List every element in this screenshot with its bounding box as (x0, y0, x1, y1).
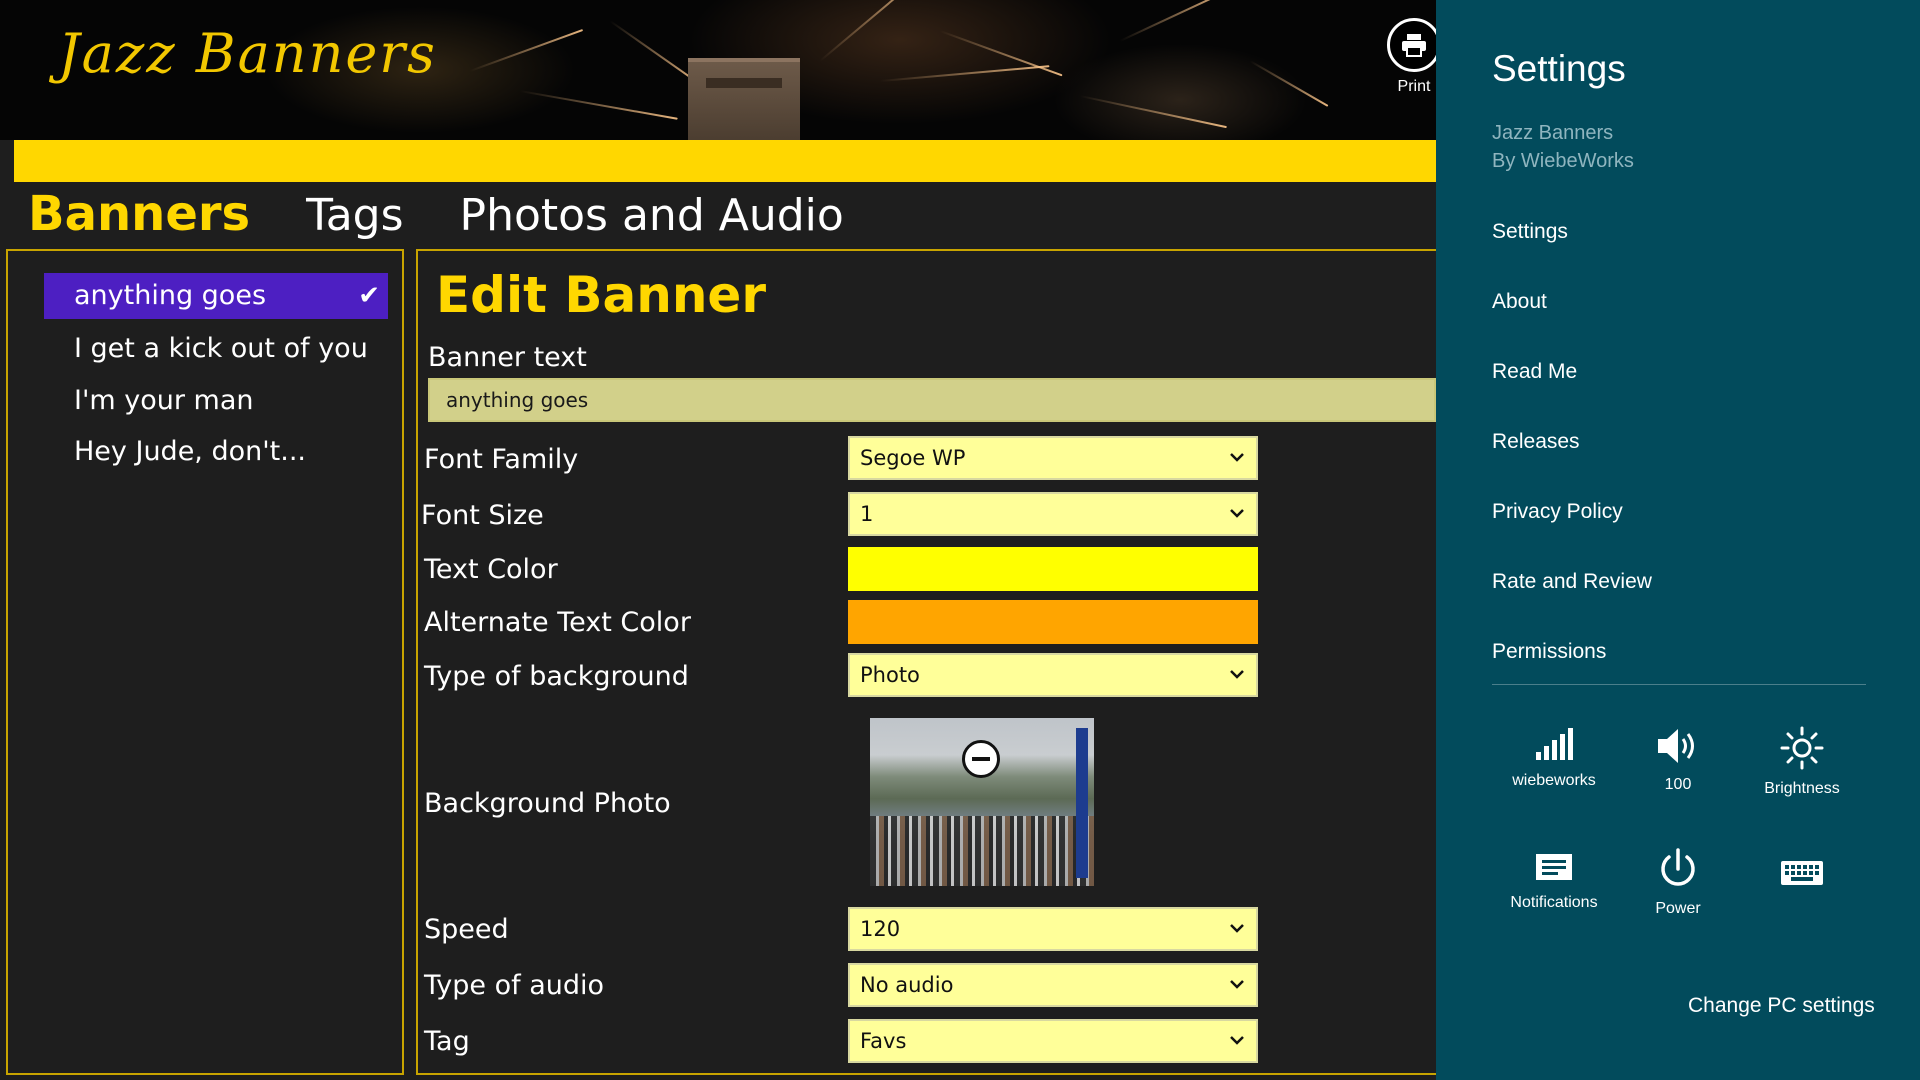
firework-spark (609, 20, 701, 85)
network-label: wiebeworks (1512, 772, 1596, 789)
tab-tags[interactable]: Tags (306, 190, 403, 241)
brightness-icon (1780, 726, 1824, 770)
audio-type-label: Type of audio (424, 970, 605, 1001)
brightness-quick-setting[interactable]: Brightness (1742, 726, 1862, 798)
banner-list-item-label: Hey Jude, don't... (74, 436, 306, 467)
background-photo-label: Background Photo (424, 788, 671, 819)
firework-spark (879, 65, 1050, 82)
banner-list-item-label: I get a kick out of you (74, 333, 368, 364)
print-label: Print (1397, 78, 1431, 95)
banner-text-label: Banner text (428, 342, 587, 373)
tab-photos-and-audio[interactable]: Photos and Audio (460, 190, 844, 241)
background-type-value: Photo (860, 663, 920, 687)
chevron-down-icon (1230, 670, 1244, 679)
charm-divider (1492, 684, 1866, 685)
font-family-select[interactable]: Segoe WP (848, 436, 1258, 480)
tag-label: Tag (424, 1026, 470, 1057)
notifications-quick-setting[interactable]: Notifications (1494, 852, 1614, 912)
font-size-value: 1 (860, 502, 874, 526)
remove-photo-icon[interactable] (962, 740, 1000, 778)
keyboard-quick-setting[interactable] (1742, 860, 1862, 886)
notifications-label: Notifications (1510, 894, 1598, 911)
main-tabs: Banners Tags Photos and Audio (28, 186, 844, 242)
firework-spark (519, 90, 678, 120)
chevron-down-icon (1230, 1036, 1244, 1045)
speed-value: 120 (860, 917, 901, 941)
checkmark-icon: ✔ (358, 281, 380, 311)
photo-crowd (870, 816, 1094, 886)
background-type-select[interactable]: Photo (848, 653, 1258, 697)
app-logo: Jazz Banners (58, 22, 437, 85)
speed-select[interactable]: 120 (848, 907, 1258, 951)
banner-text-input[interactable]: anything goes (428, 378, 1436, 422)
banner-preview-bar (14, 140, 1436, 182)
power-icon (1661, 848, 1695, 886)
wifi-signal-icon (1536, 728, 1573, 760)
brightness-label: Brightness (1764, 780, 1840, 797)
banner-list-panel (6, 249, 404, 1075)
alternate-text-color-picker[interactable] (848, 600, 1258, 644)
charm-publisher: By WiebeWorks (1492, 150, 1634, 172)
tab-banners[interactable]: Banners (28, 186, 250, 242)
settings-charm: Settings Jazz Banners By WiebeWorks Sett… (1436, 0, 1920, 1080)
tag-select[interactable]: Favs (848, 1019, 1258, 1063)
volume-level: 100 (1664, 776, 1692, 793)
firework-spark (1119, 0, 1230, 42)
charm-link-privacy-policy[interactable]: Privacy Policy (1492, 500, 1623, 524)
network-quick-setting[interactable]: wiebeworks (1494, 726, 1614, 790)
chevron-down-icon (1230, 453, 1244, 462)
keyboard-icon (1781, 861, 1823, 885)
chevron-down-icon (1230, 509, 1244, 518)
firework-spark (469, 29, 584, 72)
banner-list-item[interactable]: I get a kick out of you (44, 326, 388, 372)
power-label: Power (1655, 900, 1701, 917)
banner-list-item-label: I'm your man (74, 385, 254, 416)
volume-icon (1658, 729, 1694, 763)
speed-label: Speed (424, 914, 509, 945)
firework-spark (1249, 60, 1329, 107)
printer-icon (1387, 18, 1441, 72)
audio-type-select[interactable]: No audio (848, 963, 1258, 1007)
charm-link-rate-and-review[interactable]: Rate and Review (1492, 570, 1652, 594)
charm-link-releases[interactable]: Releases (1492, 430, 1580, 454)
font-size-label: Font Size (421, 500, 544, 531)
text-color-label: Text Color (424, 554, 558, 585)
change-pc-settings-link[interactable]: Change PC settings (1688, 994, 1875, 1018)
firework-spark (1079, 95, 1227, 129)
charm-link-permissions[interactable]: Permissions (1492, 640, 1606, 664)
volume-quick-setting[interactable]: 100 (1618, 726, 1738, 794)
print-button[interactable]: Print (1386, 18, 1442, 96)
banner-list-item[interactable]: I'm your man (44, 378, 388, 424)
charm-title: Settings (1492, 48, 1626, 89)
banner-list-item-label: anything goes (74, 280, 267, 311)
charm-link-about[interactable]: About (1492, 290, 1547, 314)
chevron-down-icon (1230, 924, 1244, 933)
text-color-picker[interactable] (848, 547, 1258, 591)
alternate-text-color-label: Alternate Text Color (424, 607, 691, 638)
app-header: Jazz Banners (0, 0, 1436, 140)
font-size-select[interactable]: 1 (848, 492, 1258, 536)
notifications-icon (1536, 854, 1572, 880)
edit-banner-title: Edit Banner (436, 266, 767, 324)
power-quick-setting[interactable]: Power (1618, 848, 1738, 918)
firework-spark (819, 0, 928, 62)
chevron-down-icon (1230, 980, 1244, 989)
photo-banner-pole (1076, 728, 1088, 878)
tag-value: Favs (860, 1029, 907, 1053)
banner-list-item-selected[interactable]: anything goes ✔ (44, 273, 388, 319)
charm-link-settings[interactable]: Settings (1492, 220, 1568, 244)
background-type-label: Type of background (424, 661, 689, 692)
charm-app-name: Jazz Banners (1492, 122, 1614, 144)
audio-type-value: No audio (860, 973, 954, 997)
font-family-value: Segoe WP (860, 446, 966, 470)
header-building (688, 58, 800, 140)
font-family-label: Font Family (424, 444, 579, 475)
banner-list-item[interactable]: Hey Jude, don't... (44, 429, 388, 475)
charm-link-read-me[interactable]: Read Me (1492, 360, 1577, 384)
